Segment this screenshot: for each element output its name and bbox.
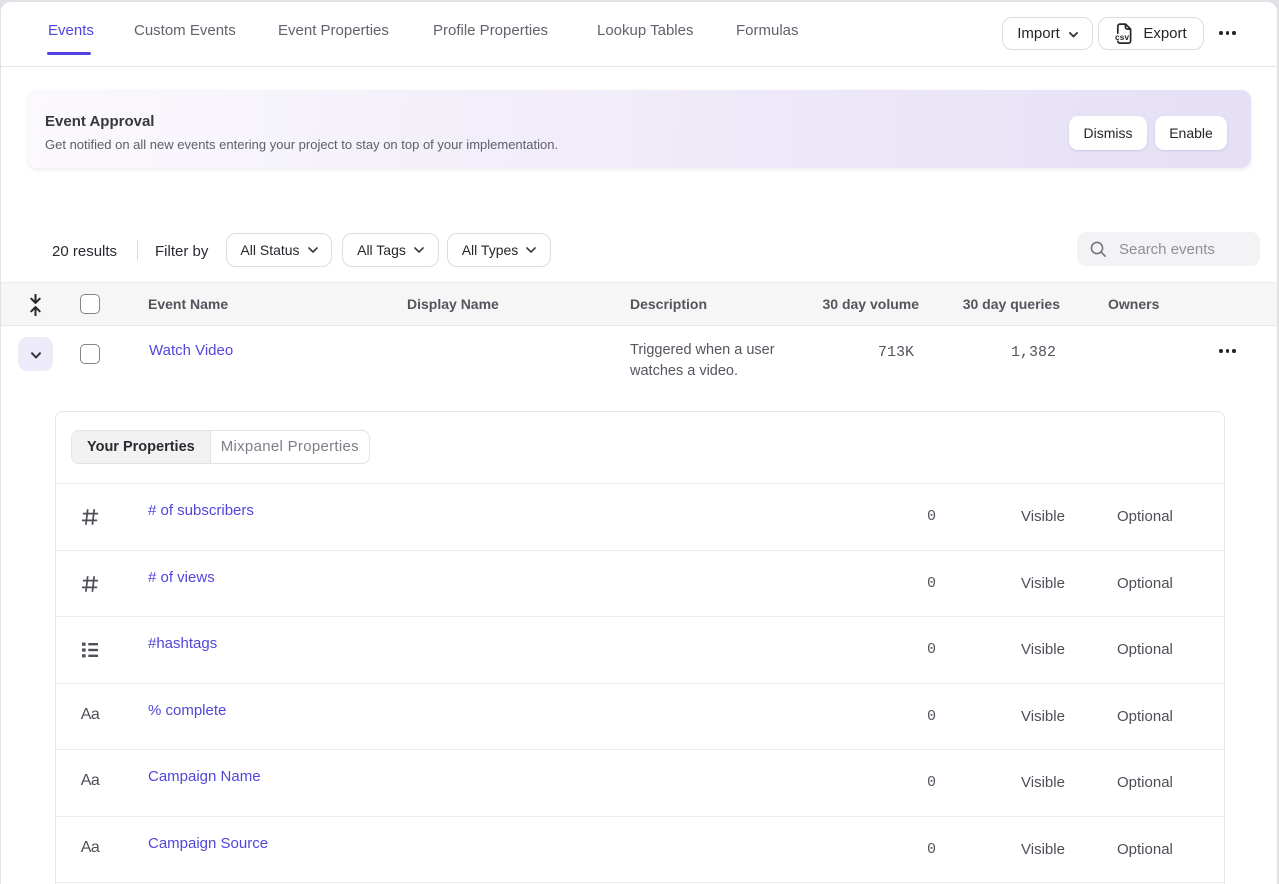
- svg-text:csv: csv: [1115, 33, 1130, 42]
